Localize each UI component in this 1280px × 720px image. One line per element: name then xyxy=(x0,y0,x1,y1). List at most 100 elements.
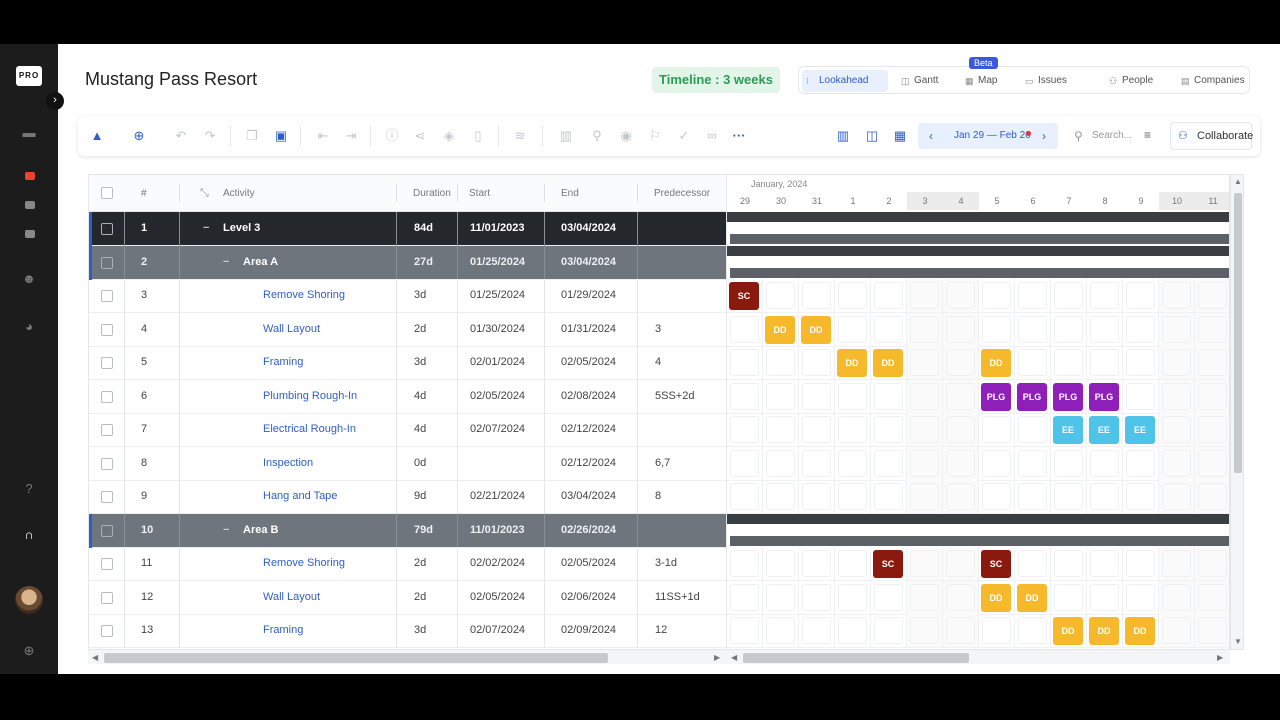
undo-icon[interactable]: ↶ xyxy=(173,128,189,144)
gantt-cell[interactable] xyxy=(871,379,907,414)
previous-range-chevron-icon[interactable]: ‹ xyxy=(924,123,938,149)
collaborate-button[interactable]: ⚇ Collaborate xyxy=(1170,122,1253,150)
scroll-up-arrow-icon[interactable]: ▲ xyxy=(1234,177,1242,186)
folder-icon[interactable]: ▬ xyxy=(21,126,37,140)
assign-person-icon[interactable]: ⚲ xyxy=(589,128,605,144)
duration-cell[interactable]: 2d xyxy=(414,547,426,580)
columns-view-icon[interactable]: ▥ xyxy=(833,128,853,144)
gantt-cell[interactable] xyxy=(763,413,799,447)
gantt-cell[interactable] xyxy=(763,614,799,648)
predecessor-cell[interactable]: 5SS+2d xyxy=(655,380,694,413)
gantt-cell[interactable] xyxy=(727,446,763,481)
start-date-cell[interactable]: 02/05/2024 xyxy=(470,380,525,413)
gantt-cell[interactable] xyxy=(1051,446,1087,481)
gantt-cell[interactable] xyxy=(1195,580,1229,615)
duration-cell[interactable]: 2d xyxy=(414,313,426,346)
end-date-cell[interactable]: 03/04/2024 xyxy=(561,480,616,513)
gantt-cell[interactable] xyxy=(1087,312,1123,347)
table-row[interactable]: 3 Remove Shoring 3d 01/25/2024 01/29/2024 xyxy=(89,279,726,313)
summary-progress-bar[interactable] xyxy=(730,234,1229,244)
gantt-cell[interactable] xyxy=(1015,446,1051,481)
gantt-cell[interactable] xyxy=(943,279,979,313)
gantt-cell[interactable] xyxy=(871,580,907,615)
copy-icon[interactable]: ❐ xyxy=(244,128,260,144)
duration-cell[interactable]: 4d xyxy=(414,380,426,413)
gantt-cell[interactable] xyxy=(943,312,979,347)
end-date-cell[interactable]: 02/26/2024 xyxy=(561,514,616,547)
gantt-scroll-left-arrow-icon[interactable]: ◀ xyxy=(731,653,737,662)
location-pin-icon[interactable]: ⚐ xyxy=(647,128,663,144)
calendar-icon[interactable]: ▦ xyxy=(892,128,908,144)
gantt-cell[interactable] xyxy=(871,312,907,347)
gantt-cell[interactable] xyxy=(1123,547,1159,581)
gantt-horizontal-scrollbar[interactable]: ◀ ▶ xyxy=(727,650,1230,664)
gantt-cell[interactable] xyxy=(871,614,907,648)
gantt-cell[interactable] xyxy=(799,547,835,581)
gantt-cell[interactable] xyxy=(979,614,1015,648)
gantt-cell[interactable] xyxy=(943,580,979,615)
crew-chip-ee[interactable]: EE xyxy=(1089,416,1119,444)
table-row[interactable]: 10 − Area B 79d 11/01/2023 02/26/2024 xyxy=(89,513,726,548)
gantt-cell[interactable] xyxy=(907,379,943,414)
gantt-cell[interactable] xyxy=(1051,547,1087,581)
help-icon[interactable]: ? xyxy=(21,482,37,496)
row-checkbox[interactable] xyxy=(101,591,113,604)
row-checkbox[interactable] xyxy=(101,256,113,269)
split-view-icon[interactable]: ◫ xyxy=(864,128,880,144)
activity-name[interactable]: Electrical Rough-In xyxy=(263,413,356,446)
predecessor-cell[interactable]: 8 xyxy=(655,480,661,513)
gantt-cell[interactable] xyxy=(1087,346,1123,380)
gantt-cell[interactable] xyxy=(1159,614,1195,648)
column-header-activity[interactable]: Activity xyxy=(223,175,255,212)
table-row[interactable]: 13 Framing 3d 02/07/2024 02/09/2024 12 xyxy=(89,614,726,648)
start-date-cell[interactable]: 01/25/2024 xyxy=(470,246,525,279)
crew-chip-dd[interactable]: DD xyxy=(765,315,795,344)
gantt-cell[interactable] xyxy=(835,279,871,313)
gantt-cell[interactable] xyxy=(871,446,907,481)
predecessor-cell[interactable]: 12 xyxy=(655,614,667,647)
gantt-cell[interactable] xyxy=(1123,446,1159,481)
indent-icon[interactable]: ⇥ xyxy=(343,128,359,144)
gantt-cell[interactable] xyxy=(1123,379,1159,414)
gantt-cell[interactable] xyxy=(1087,580,1123,615)
duration-cell[interactable]: 79d xyxy=(414,514,433,547)
gantt-cell[interactable] xyxy=(1123,346,1159,380)
row-checkbox[interactable] xyxy=(101,625,113,637)
table-row[interactable]: 7 Electrical Rough-In 4d 02/07/2024 02/12/20… xyxy=(89,413,726,447)
row-checkbox[interactable] xyxy=(101,491,113,503)
grid-horizontal-scrollbar[interactable]: ◀ ▶ xyxy=(88,650,727,664)
date-range-label[interactable]: Jan 29 — Feb 26 xyxy=(954,123,1031,149)
crew-chip-sc[interactable]: SC xyxy=(729,282,759,310)
collapse-all-icon[interactable]: ⤡ xyxy=(200,175,209,212)
gantt-cell[interactable] xyxy=(979,446,1015,481)
crew-chip-plg[interactable]: PLG xyxy=(1053,382,1083,411)
warning-triangle-icon[interactable]: ▲ xyxy=(89,128,105,144)
start-date-cell[interactable]: 01/30/2024 xyxy=(470,313,525,346)
crew-chip-plg[interactable]: PLG xyxy=(1089,382,1119,411)
gantt-cell[interactable] xyxy=(871,279,907,313)
gantt-cell[interactable] xyxy=(727,312,763,347)
tab-companies[interactable]: ▤ Companies xyxy=(1177,70,1249,92)
activity-name[interactable]: Plumbing Rough-In xyxy=(263,380,357,413)
gantt-cell[interactable] xyxy=(799,279,835,313)
gantt-scroll-thumb[interactable] xyxy=(743,653,969,663)
outdent-icon[interactable]: ⇤ xyxy=(315,128,331,144)
gantt-cell[interactable] xyxy=(979,480,1015,514)
gantt-cell[interactable] xyxy=(1159,446,1195,481)
crew-chip-sc[interactable]: SC xyxy=(873,550,903,578)
gantt-cell[interactable] xyxy=(1015,480,1051,514)
vertical-scroll-thumb[interactable] xyxy=(1234,193,1242,473)
summary-bar[interactable] xyxy=(727,212,1229,222)
gantt-cell[interactable] xyxy=(799,446,835,481)
timeline-badge[interactable]: Timeline : 3 weeks xyxy=(652,67,780,93)
print-icon[interactable]: ▣ xyxy=(273,128,289,144)
gantt-cell[interactable] xyxy=(799,379,835,414)
table-row[interactable]: 4 Wall Layout 2d 01/30/2024 01/31/2024 3 xyxy=(89,312,726,347)
row-checkbox[interactable] xyxy=(101,357,113,369)
end-date-cell[interactable]: 03/04/2024 xyxy=(561,212,616,245)
gantt-cell[interactable] xyxy=(763,346,799,380)
gantt-cell[interactable] xyxy=(943,480,979,514)
gantt-cell[interactable] xyxy=(727,547,763,581)
predecessor-cell[interactable]: 11SS+1d xyxy=(655,581,700,614)
select-all-checkbox[interactable] xyxy=(101,187,113,199)
